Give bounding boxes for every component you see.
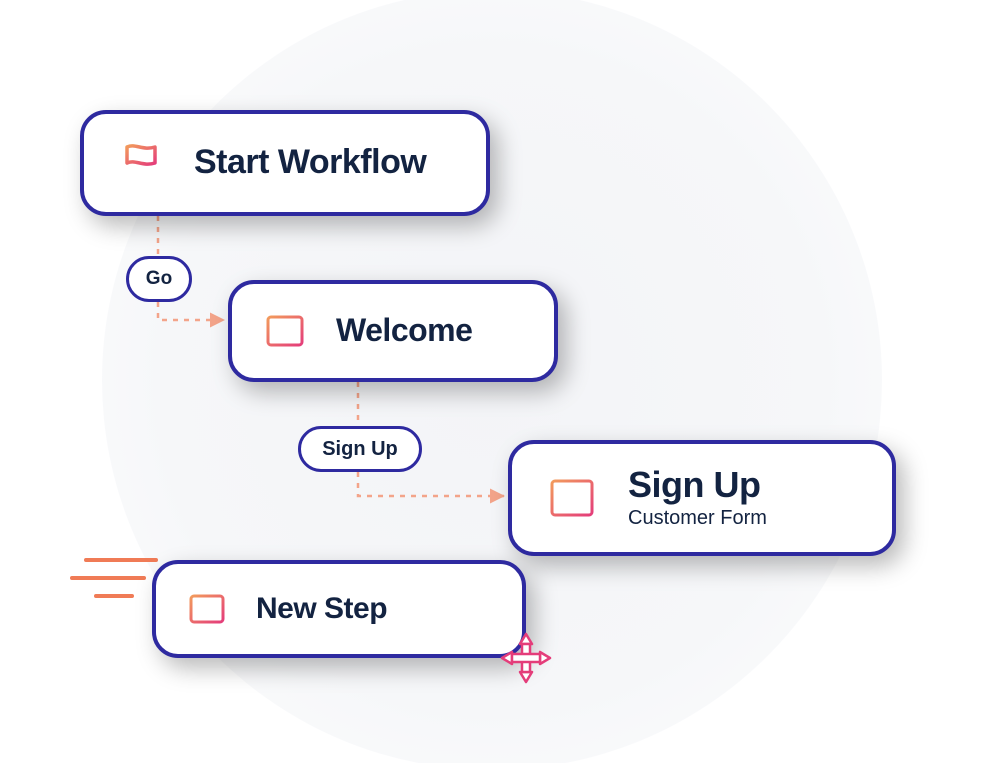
window-icon bbox=[182, 593, 232, 625]
node-welcome[interactable]: Welcome bbox=[228, 280, 558, 382]
window-icon bbox=[258, 314, 312, 348]
node-signup-title: Sign Up bbox=[628, 466, 767, 504]
action-signup-label: Sign Up bbox=[322, 438, 398, 461]
node-signup[interactable]: Sign Up Customer Form bbox=[508, 440, 896, 556]
move-handle-icon[interactable] bbox=[500, 632, 552, 689]
action-pill-signup[interactable]: Sign Up bbox=[298, 426, 422, 472]
node-new-step[interactable]: New Step bbox=[152, 560, 526, 658]
node-signup-subtitle: Customer Form bbox=[628, 507, 767, 530]
decorative-lines bbox=[66, 550, 166, 615]
workflow-canvas: Start Workflow Go Welcome Sign Up bbox=[0, 0, 984, 763]
node-start-title: Start Workflow bbox=[194, 145, 426, 181]
action-go-label: Go bbox=[146, 268, 172, 290]
layout-icon bbox=[542, 478, 602, 518]
action-pill-go[interactable]: Go bbox=[126, 256, 192, 302]
flag-icon bbox=[112, 141, 170, 185]
node-welcome-title: Welcome bbox=[336, 314, 472, 348]
node-newstep-title: New Step bbox=[256, 593, 387, 625]
node-start-workflow[interactable]: Start Workflow bbox=[80, 110, 490, 216]
